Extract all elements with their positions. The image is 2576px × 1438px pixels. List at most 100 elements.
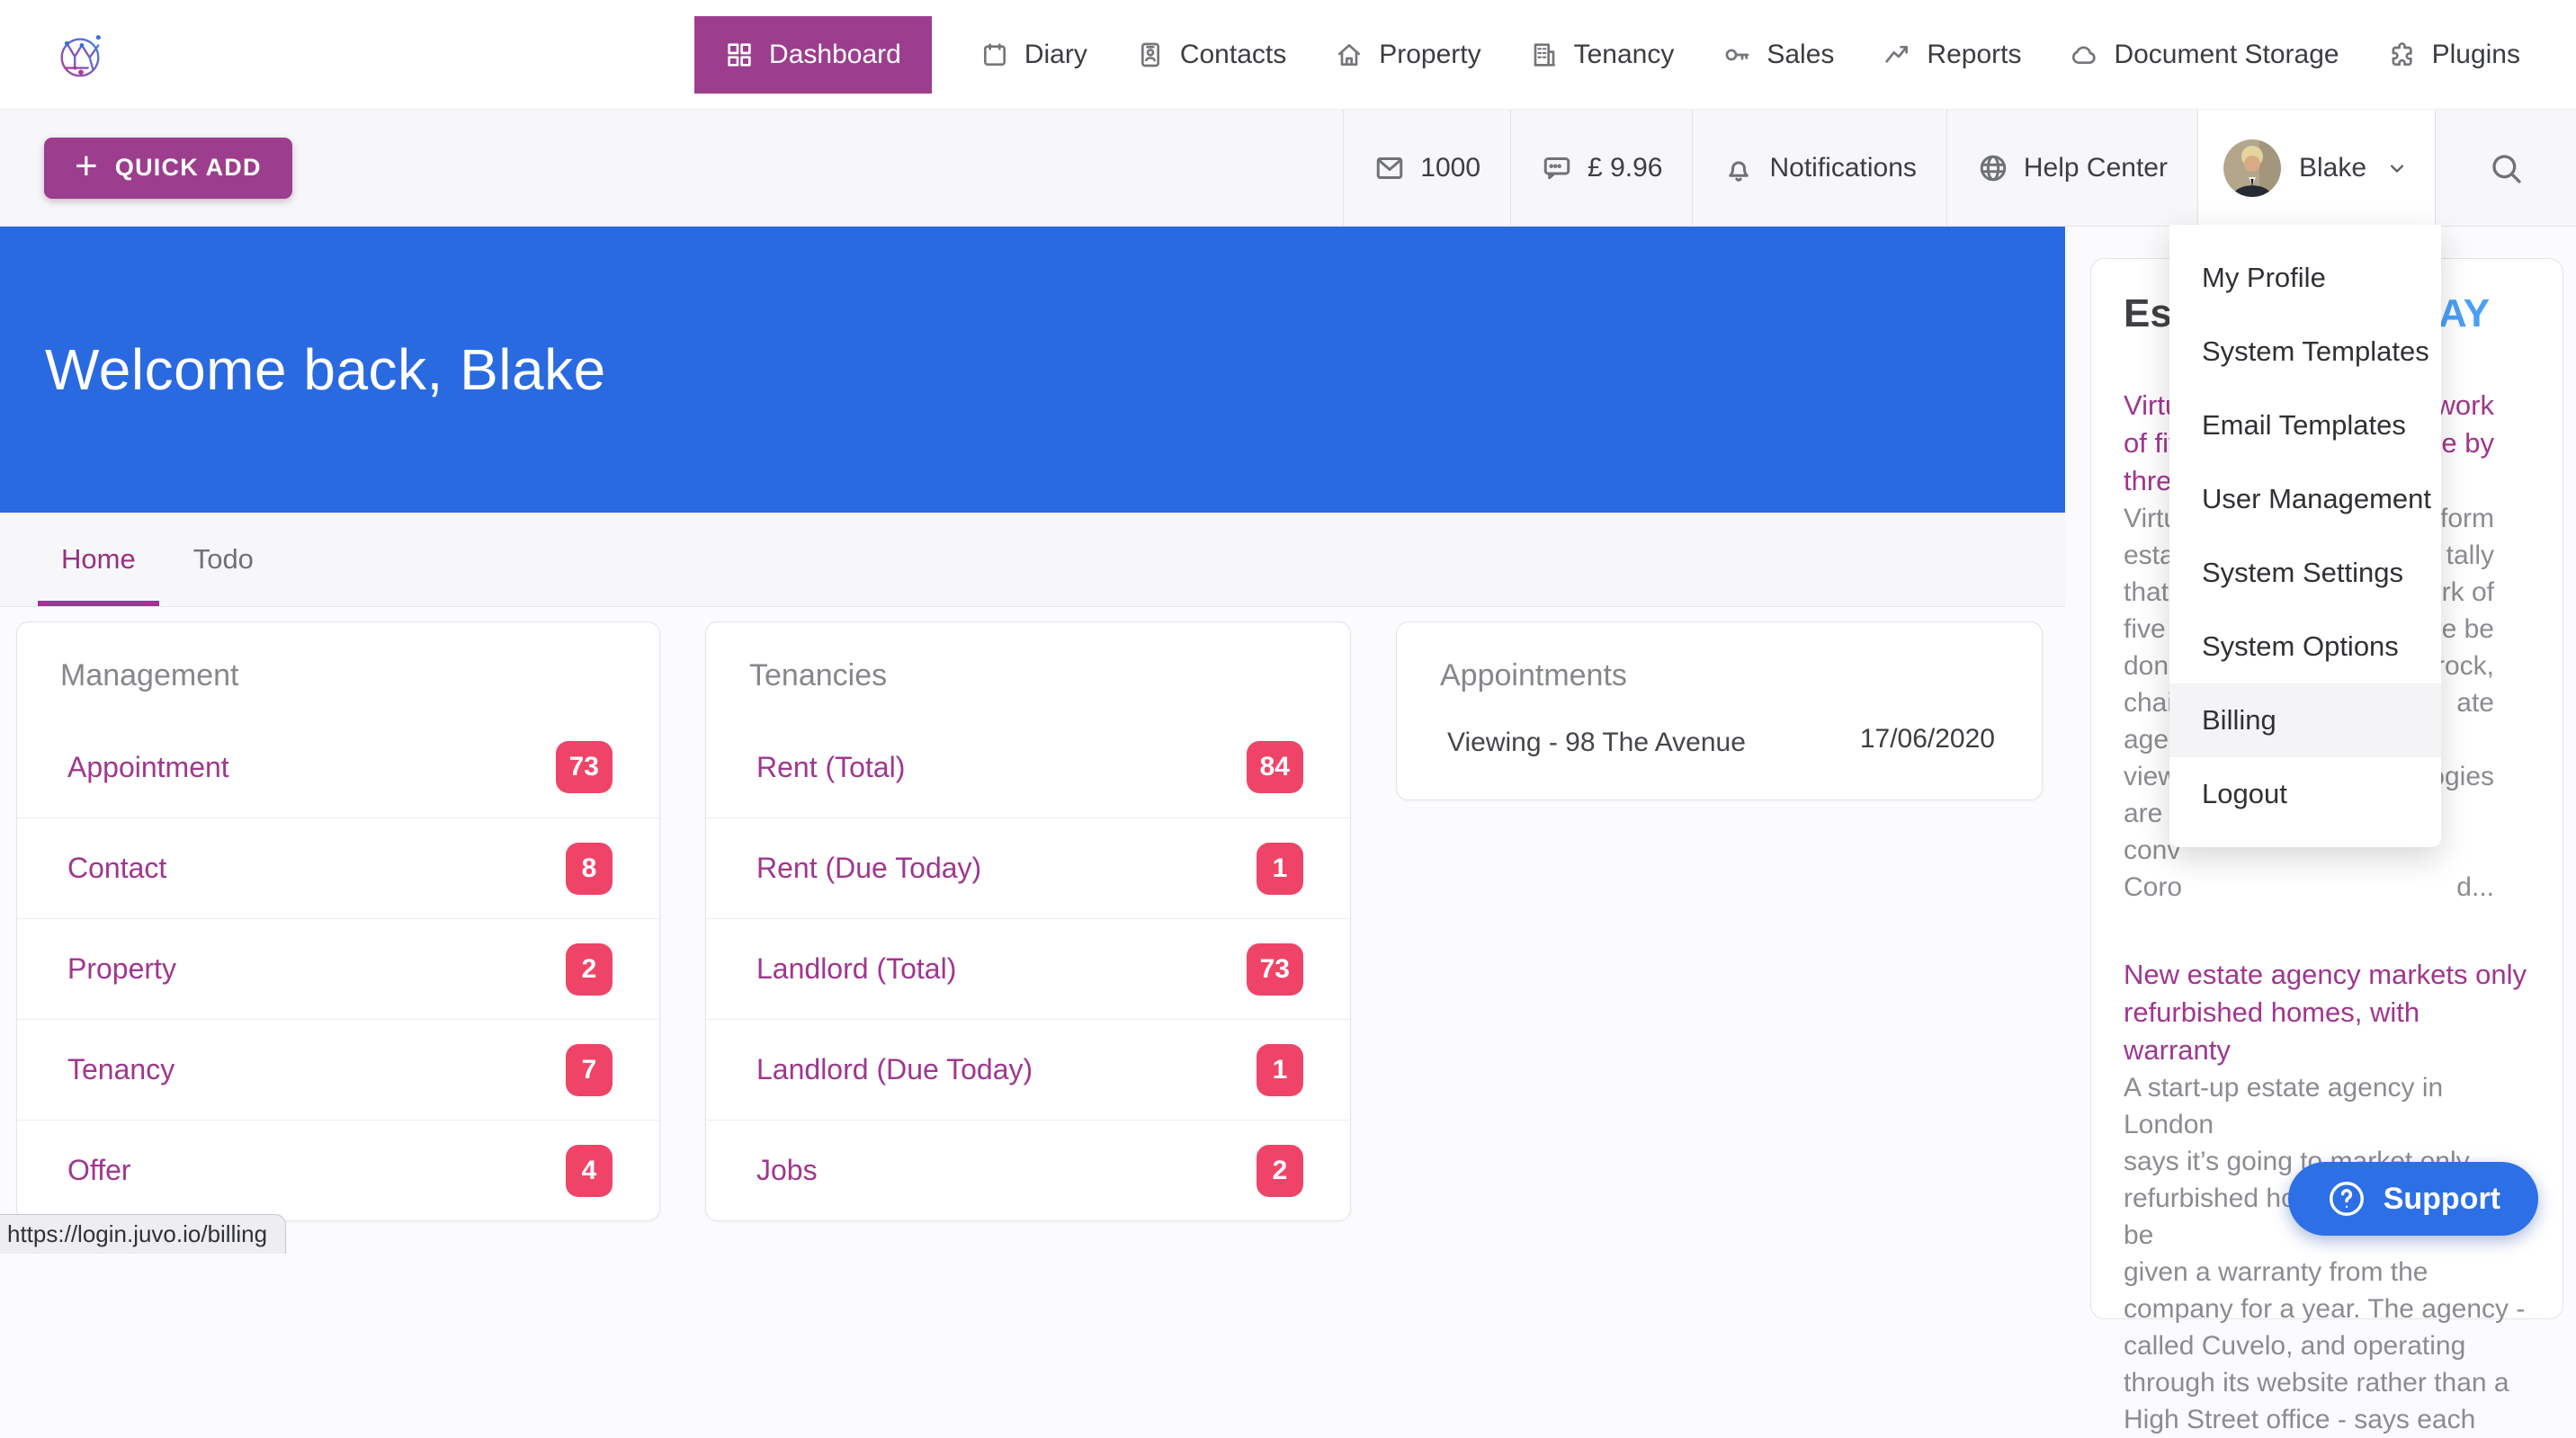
app-header: Dashboard Diary Contacts Property Tenanc… (0, 0, 2576, 110)
nav-item-reports[interactable]: Reports (1883, 40, 2021, 70)
nav-label: Reports (1927, 40, 2021, 70)
notifications-label: Notifications (1769, 153, 1916, 183)
plus-icon: + (75, 147, 99, 186)
notifications-button[interactable]: Notifications (1692, 110, 1945, 226)
appointment-date: 17/06/2020 (1860, 724, 1995, 755)
toolbar-right-group: 1000 £ 9.96 Notifications Help Center (1343, 110, 2576, 226)
help-center-label: Help Center (2024, 153, 2168, 183)
puzzle-icon (2388, 40, 2417, 69)
nav-item-tenancy[interactable]: Tenancy (1530, 40, 1675, 70)
nav-item-contacts[interactable]: Contacts (1136, 40, 1286, 70)
menu-item-my-profile[interactable]: My Profile (2169, 241, 2441, 315)
nav-label: Sales (1767, 40, 1834, 70)
globe-icon (1977, 152, 2009, 184)
menu-item-billing[interactable]: Billing (2169, 683, 2441, 757)
nav-label: Document Storage (2114, 40, 2339, 70)
welcome-heading: Welcome back, Blake (45, 336, 606, 403)
house-icon (1335, 40, 1364, 69)
nav-label: Property (1379, 40, 1480, 70)
menu-item-system-options[interactable]: System Options (2169, 610, 2441, 683)
card-title: Appointments (1397, 622, 2042, 717)
nav-item-dashboard[interactable]: Dashboard (694, 16, 932, 94)
count-badge: 1 (1257, 843, 1303, 895)
quick-add-label: QUICK ADD (115, 154, 262, 182)
contact-card-icon (1136, 40, 1165, 69)
tab-todo[interactable]: Todo (170, 543, 277, 606)
link-preview-statusbar: https://login.juvo.io/billing (0, 1214, 286, 1254)
nav-item-document-storage[interactable]: Document Storage (2070, 40, 2339, 70)
user-menu-button[interactable]: Blake (2197, 110, 2435, 226)
count-badge: 73 (556, 741, 613, 793)
menu-item-email-templates[interactable]: Email Templates (2169, 389, 2441, 462)
management-row-appointment[interactable]: Appointment 73 (17, 717, 659, 817)
menu-item-system-settings[interactable]: System Settings (2169, 536, 2441, 610)
mail-count: 1000 (1420, 153, 1480, 183)
nav-label: Diary (1024, 40, 1087, 70)
nav-label: Contacts (1180, 40, 1286, 70)
appointments-card: Appointments Viewing - 98 The Avenue 17/… (1396, 621, 2043, 800)
calendar-icon (980, 40, 1009, 69)
menu-item-user-management[interactable]: User Management (2169, 462, 2441, 536)
main-content: Welcome back, Blake Home Todo Management… (0, 227, 2065, 1254)
nav-label: Plugins (2432, 40, 2520, 70)
help-center-button[interactable]: Help Center (1946, 110, 2197, 226)
chevron-down-icon (2384, 156, 2410, 181)
nav-item-property[interactable]: Property (1335, 40, 1480, 70)
user-name: Blake (2299, 153, 2366, 183)
nav-label: Tenancy (1574, 40, 1675, 70)
management-row-tenancy[interactable]: Tenancy 7 (17, 1019, 659, 1120)
menu-item-system-templates[interactable]: System Templates (2169, 315, 2441, 389)
count-badge: 8 (566, 843, 613, 895)
tenancies-row-jobs[interactable]: Jobs 2 (706, 1120, 1350, 1220)
tenancies-row-landlord-total[interactable]: Landlord (Total) 73 (706, 918, 1350, 1019)
support-label: Support (2384, 1182, 2500, 1217)
dashboard-tabs: Home Todo (0, 513, 2065, 607)
key-icon (1722, 40, 1751, 69)
secondary-toolbar: + QUICK ADD 1000 £ 9.96 Notifications H (0, 110, 2576, 227)
juvo-logo-icon[interactable] (52, 27, 108, 83)
balance-counter[interactable]: £ 9.96 (1510, 110, 1692, 226)
tenancies-card: Tenancies Rent (Total) 84 Rent (Due Toda… (705, 621, 1351, 1221)
envelope-icon (1373, 152, 1406, 184)
nav-item-sales[interactable]: Sales (1722, 40, 1834, 70)
tab-home[interactable]: Home (38, 543, 159, 606)
management-row-property[interactable]: Property 2 (17, 918, 659, 1019)
mail-counter[interactable]: 1000 (1343, 110, 1510, 226)
count-badge: 4 (566, 1145, 613, 1197)
main-nav: Dashboard Diary Contacts Property Tenanc… (694, 16, 2576, 94)
trend-up-icon (1883, 40, 1911, 69)
tenancies-row-rent-total[interactable]: Rent (Total) 84 (706, 717, 1350, 817)
management-row-contact[interactable]: Contact 8 (17, 817, 659, 918)
management-card: Management Appointment 73 Contact 8 Prop… (16, 621, 660, 1221)
count-badge: 73 (1247, 943, 1303, 996)
count-badge: 2 (566, 943, 613, 996)
tenancies-row-rent-due[interactable]: Rent (Due Today) 1 (706, 817, 1350, 918)
quick-add-button[interactable]: + QUICK ADD (44, 138, 292, 199)
question-circle-icon (2326, 1178, 2367, 1219)
user-dropdown-menu: My Profile System Templates Email Templa… (2169, 225, 2441, 847)
count-badge: 1 (1257, 1044, 1303, 1096)
building-icon (1530, 40, 1559, 69)
avatar (2223, 139, 2281, 197)
balance-amount: £ 9.96 (1588, 153, 1662, 183)
card-title: Management (17, 622, 659, 717)
nav-item-plugins[interactable]: Plugins (2388, 40, 2520, 70)
nav-label: Dashboard (769, 40, 901, 70)
support-button[interactable]: Support (2288, 1162, 2538, 1236)
menu-item-logout[interactable]: Logout (2169, 757, 2441, 831)
stat-cards-row: Management Appointment 73 Contact 8 Prop… (0, 607, 2065, 1221)
chat-bubble-icon (1541, 152, 1573, 184)
nav-item-diary[interactable]: Diary (980, 40, 1087, 70)
welcome-banner: Welcome back, Blake (0, 227, 2065, 513)
search-icon (2488, 150, 2524, 186)
cloud-icon (2070, 40, 2098, 69)
search-button[interactable] (2435, 110, 2576, 226)
appointment-row[interactable]: Viewing - 98 The Avenue 17/06/2020 (1397, 717, 2042, 799)
count-badge: 7 (566, 1044, 613, 1096)
dashboard-grid-icon (725, 40, 754, 69)
management-row-offer[interactable]: Offer 4 (17, 1120, 659, 1220)
card-title: Tenancies (706, 622, 1350, 717)
count-badge: 2 (1257, 1145, 1303, 1197)
count-badge: 84 (1247, 741, 1303, 793)
tenancies-row-landlord-due[interactable]: Landlord (Due Today) 1 (706, 1019, 1350, 1120)
